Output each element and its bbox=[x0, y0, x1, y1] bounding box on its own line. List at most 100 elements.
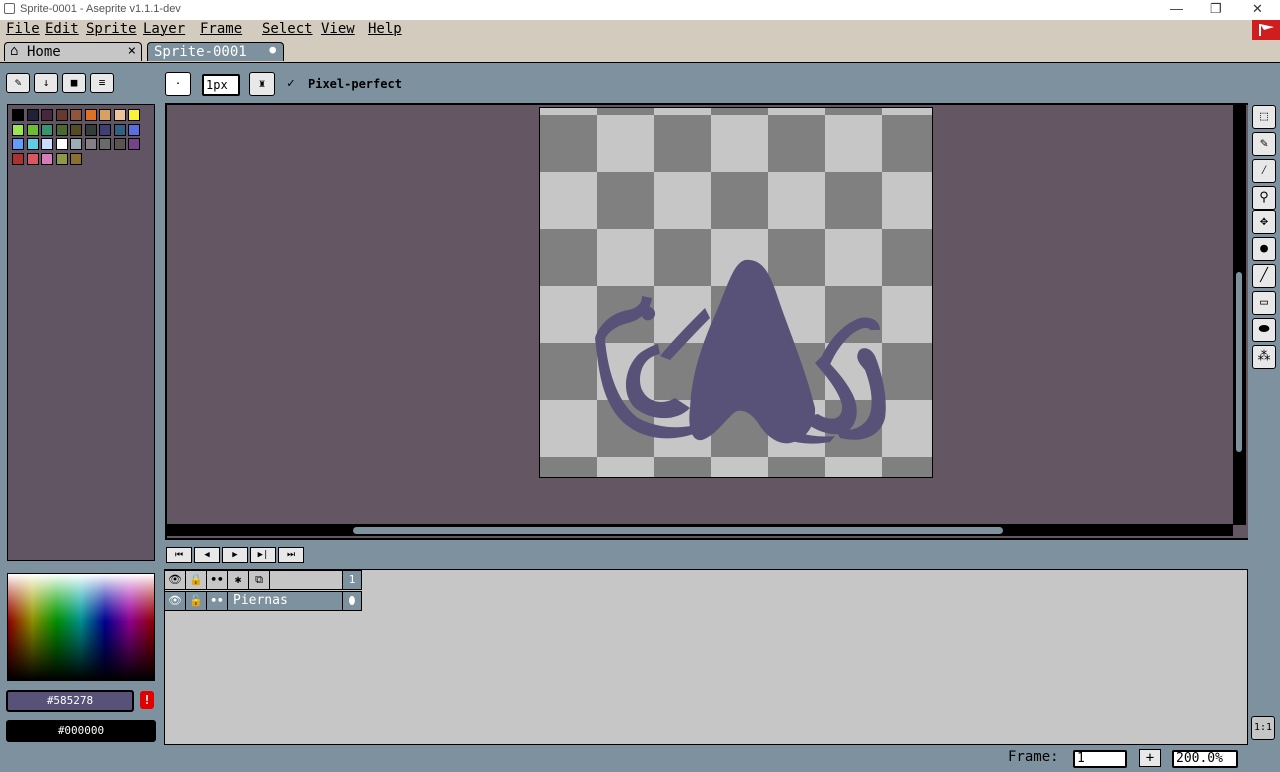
add-frame-button[interactable]: + bbox=[1139, 749, 1161, 767]
modified-dot-icon[interactable]: ● bbox=[269, 43, 276, 56]
curve-tool-button[interactable]: ⬬ bbox=[1252, 318, 1276, 342]
play-button[interactable]: ▶ bbox=[222, 547, 248, 563]
vertical-scroll-thumb[interactable] bbox=[1236, 272, 1242, 452]
palette-swatch[interactable] bbox=[128, 138, 140, 150]
aseprite-logo-icon[interactable] bbox=[1252, 20, 1280, 40]
palette-swatch[interactable] bbox=[26, 152, 39, 165]
tab-home-label: Home bbox=[27, 44, 61, 60]
app-icon bbox=[4, 3, 15, 14]
layers-header bbox=[269, 570, 343, 590]
ink-type-button[interactable]: ♜ bbox=[249, 72, 275, 96]
layer-continuous-icon[interactable]: •• bbox=[206, 591, 228, 611]
color-spectrum[interactable] bbox=[7, 573, 155, 681]
first-frame-button[interactable]: ⏮ bbox=[166, 547, 192, 563]
frame-header-1[interactable]: 1 bbox=[342, 570, 362, 590]
frame-input[interactable]: 1 bbox=[1073, 750, 1127, 768]
menu-help[interactable]: Help bbox=[368, 21, 402, 37]
menu-bar: File Edit Sprite Layer Frame Select View… bbox=[0, 20, 1280, 40]
palette-swatch[interactable] bbox=[41, 123, 53, 136]
menu-view[interactable]: View bbox=[321, 21, 355, 37]
last-frame-button[interactable]: ⏭ bbox=[278, 547, 304, 563]
menu-edit[interactable]: Edit bbox=[45, 21, 79, 37]
palette-swatch[interactable] bbox=[41, 109, 53, 121]
warning-icon[interactable]: ! bbox=[140, 691, 154, 709]
brush-size-input[interactable]: 1px bbox=[202, 74, 240, 96]
menu-select[interactable]: Select bbox=[262, 21, 313, 37]
zoom-tool-button[interactable]: ⚲ bbox=[1252, 186, 1276, 210]
sort-palette-button[interactable]: ↓ bbox=[34, 73, 58, 93]
line-tool-button[interactable]: ╱ bbox=[1252, 264, 1276, 288]
gear-icon[interactable]: ✱ bbox=[227, 570, 249, 590]
previous-frame-button[interactable]: ◀ bbox=[194, 547, 220, 563]
palette-swatch[interactable] bbox=[70, 138, 82, 150]
eyedropper-tool-button[interactable]: ⁄ bbox=[1252, 159, 1276, 183]
palette-swatch[interactable] bbox=[84, 109, 97, 121]
tab-close-icon[interactable]: × bbox=[128, 43, 136, 59]
palette-swatch[interactable] bbox=[70, 123, 82, 136]
palette-swatch[interactable] bbox=[41, 138, 53, 150]
rectangle-tool-button[interactable]: ▭ bbox=[1252, 291, 1276, 315]
palette-swatch[interactable] bbox=[113, 123, 126, 136]
pencil-tool-button[interactable]: ✎ bbox=[1252, 132, 1276, 156]
menu-frame[interactable]: Frame bbox=[200, 21, 242, 37]
edit-palette-button[interactable]: ✎ bbox=[6, 73, 30, 93]
restore-button[interactable]: ❐ bbox=[1210, 1, 1222, 17]
cel-frame-1[interactable]: ⬮ bbox=[342, 591, 362, 611]
palette-swatch[interactable] bbox=[55, 152, 68, 165]
horizontal-scroll-thumb[interactable] bbox=[353, 527, 1003, 534]
palette-swatch[interactable] bbox=[26, 123, 39, 136]
palette-swatch[interactable] bbox=[12, 123, 24, 136]
palette-swatch[interactable] bbox=[26, 109, 39, 121]
palette-swatch[interactable] bbox=[128, 123, 140, 136]
onion-skin-icon[interactable]: ⧉ bbox=[248, 570, 270, 590]
ink-bottle-icon: ♜ bbox=[258, 77, 266, 90]
palette-swatch[interactable] bbox=[84, 123, 97, 136]
fill-tool-button[interactable]: ● bbox=[1252, 237, 1276, 261]
palette-swatch[interactable] bbox=[70, 109, 82, 121]
palette-swatch[interactable] bbox=[12, 109, 24, 121]
menu-file[interactable]: File bbox=[6, 21, 40, 37]
tab-separator bbox=[0, 62, 1280, 66]
palette-swatch[interactable] bbox=[84, 138, 97, 150]
tab-sprite[interactable]: Sprite-0001 ● bbox=[147, 42, 284, 61]
palette-swatch[interactable] bbox=[55, 109, 68, 121]
palette-swatch[interactable] bbox=[12, 138, 24, 150]
move-tool-button[interactable]: ✥ bbox=[1252, 210, 1276, 234]
marquee-tool-button[interactable]: ⬚ bbox=[1252, 105, 1276, 129]
layer-lock-icon[interactable]: 🔓 bbox=[185, 591, 207, 611]
blur-tool-button[interactable]: ⁂ bbox=[1252, 345, 1276, 369]
zoom-input[interactable]: 200.0% bbox=[1172, 750, 1238, 768]
tab-home[interactable]: ⌂ Home × bbox=[4, 42, 142, 61]
brush-type-button[interactable]: · bbox=[165, 72, 191, 96]
palette-swatch[interactable] bbox=[99, 138, 111, 150]
menu-layer[interactable]: Layer bbox=[143, 21, 185, 37]
link-icon[interactable]: •• bbox=[206, 570, 228, 590]
palette-swatch[interactable] bbox=[55, 138, 68, 150]
menu-sprite[interactable]: Sprite bbox=[86, 21, 137, 37]
palette-swatch[interactable] bbox=[99, 109, 111, 121]
pixel-perfect-label: Pixel-perfect bbox=[308, 77, 402, 91]
palette-swatch[interactable] bbox=[113, 138, 126, 150]
palette-swatch[interactable] bbox=[128, 109, 140, 121]
layer-visibility-icon[interactable]: 👁 bbox=[164, 591, 186, 611]
lock-icon[interactable]: 🔒 bbox=[185, 570, 207, 590]
pixel-perfect-checkbox[interactable]: ✓ bbox=[287, 76, 295, 91]
zoom-reset-button[interactable]: 1:1 bbox=[1251, 716, 1275, 740]
palette-options-button[interactable]: ≡ bbox=[90, 73, 114, 93]
minimize-button[interactable]: — bbox=[1170, 1, 1183, 16]
presets-button[interactable]: ■ bbox=[62, 73, 86, 93]
palette-swatch[interactable] bbox=[41, 152, 53, 165]
next-frame-button[interactable]: ▶| bbox=[250, 547, 276, 563]
palette-swatch[interactable] bbox=[26, 138, 39, 150]
sprite-canvas[interactable] bbox=[539, 107, 933, 478]
eye-icon[interactable]: 👁 bbox=[164, 570, 186, 590]
palette-swatch[interactable] bbox=[12, 152, 24, 165]
foreground-color-button[interactable]: #585278 bbox=[6, 690, 134, 712]
layer-name-piernas[interactable]: Piernas bbox=[227, 591, 343, 611]
background-color-button[interactable]: #000000 bbox=[6, 720, 156, 742]
palette-swatch[interactable] bbox=[55, 123, 68, 136]
close-window-button[interactable]: ✕ bbox=[1252, 1, 1263, 17]
palette-swatch[interactable] bbox=[70, 152, 82, 165]
palette-swatch[interactable] bbox=[99, 123, 111, 136]
palette-swatch[interactable] bbox=[113, 109, 126, 121]
